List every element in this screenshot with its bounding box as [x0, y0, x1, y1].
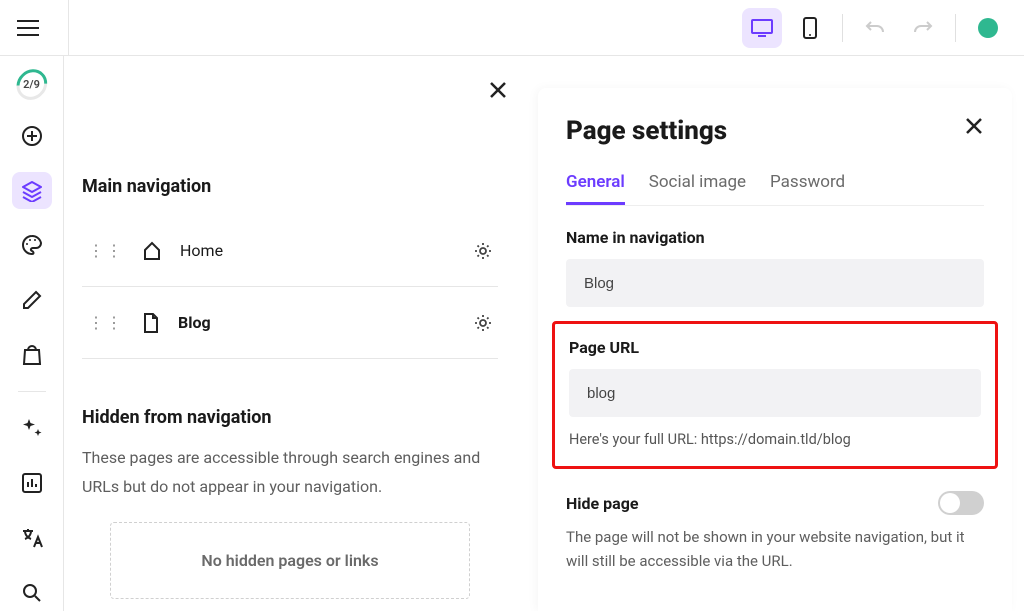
sparkle-icon [21, 417, 43, 439]
nav-item-blog[interactable]: ⋮⋮ Blog [82, 287, 498, 359]
pages-panel: Main navigation ⋮⋮ Home ⋮⋮ Blog Hidden f… [64, 56, 516, 611]
search-button[interactable] [12, 574, 52, 611]
chart-icon [22, 473, 42, 493]
divider [18, 391, 46, 392]
drag-handle-icon[interactable]: ⋮⋮ [88, 246, 124, 256]
divider [68, 0, 69, 56]
mobile-icon [803, 17, 817, 39]
home-icon [142, 241, 162, 261]
page-settings-button[interactable] [474, 242, 492, 260]
redo-icon [913, 18, 933, 38]
undo-icon [865, 18, 885, 38]
page-icon [142, 313, 160, 333]
page-url-highlight: Page URL Here's your full URL: https://d… [552, 321, 998, 469]
close-icon [964, 116, 984, 136]
ai-button[interactable] [12, 410, 52, 447]
plus-circle-icon [21, 125, 43, 147]
store-button[interactable] [12, 336, 52, 373]
page-url-label: Page URL [569, 338, 981, 357]
hide-page-label: Hide page [566, 494, 639, 513]
page-url-input[interactable] [569, 369, 981, 417]
close-icon [488, 80, 508, 100]
gear-icon [474, 242, 492, 260]
language-button[interactable] [12, 520, 52, 557]
tab-general[interactable]: General [566, 172, 625, 205]
top-bar [0, 0, 1024, 56]
layers-icon [21, 180, 43, 202]
hide-page-toggle[interactable] [938, 491, 984, 515]
undo-button[interactable] [855, 8, 895, 48]
page-url-help: Here's your full URL: https://domain.tld… [569, 431, 981, 448]
tab-password[interactable]: Password [770, 172, 845, 205]
divider [842, 14, 843, 42]
close-settings-button[interactable] [964, 116, 984, 136]
redo-button[interactable] [903, 8, 943, 48]
settings-tabs: General Social image Password [566, 172, 984, 206]
bag-icon [22, 344, 42, 366]
main-navigation-title: Main navigation [82, 176, 498, 197]
hidden-navigation-title: Hidden from navigation [82, 407, 498, 428]
hamburger-icon [17, 20, 39, 36]
edit-button[interactable] [12, 282, 52, 319]
page-settings-button[interactable] [474, 314, 492, 332]
translate-icon [21, 527, 43, 549]
desktop-view-button[interactable] [742, 8, 782, 48]
page-settings-panel: Page settings General Social image Passw… [538, 88, 1012, 611]
menu-button[interactable] [0, 0, 56, 56]
stats-button[interactable] [12, 465, 52, 502]
pencil-icon [22, 290, 42, 310]
progress-badge[interactable]: 2/9 [16, 70, 48, 99]
nav-item-label: Home [180, 241, 456, 260]
hidden-navigation-desc: These pages are accessible through searc… [82, 444, 498, 502]
desktop-icon [751, 19, 773, 37]
page-settings-title: Page settings [566, 116, 727, 146]
nav-item-label: Blog [178, 313, 456, 332]
no-hidden-pages-box: No hidden pages or links [110, 522, 470, 599]
name-in-navigation-input[interactable] [566, 259, 984, 307]
drag-handle-icon[interactable]: ⋮⋮ [88, 318, 124, 328]
close-pages-button[interactable] [488, 80, 508, 100]
palette-icon [21, 234, 43, 256]
add-button[interactable] [12, 117, 52, 154]
gear-icon [474, 314, 492, 332]
search-icon [22, 583, 42, 603]
hide-page-desc: The page will not be shown in your websi… [566, 525, 984, 573]
design-button[interactable] [12, 227, 52, 264]
pages-button[interactable] [12, 172, 52, 209]
nav-item-home[interactable]: ⋮⋮ Home [82, 215, 498, 287]
left-rail: 2/9 [0, 56, 64, 611]
avatar [978, 18, 998, 38]
account-button[interactable] [968, 8, 1008, 48]
name-in-navigation-label: Name in navigation [566, 228, 984, 247]
mobile-view-button[interactable] [790, 8, 830, 48]
tab-social-image[interactable]: Social image [649, 172, 746, 205]
divider [955, 14, 956, 42]
